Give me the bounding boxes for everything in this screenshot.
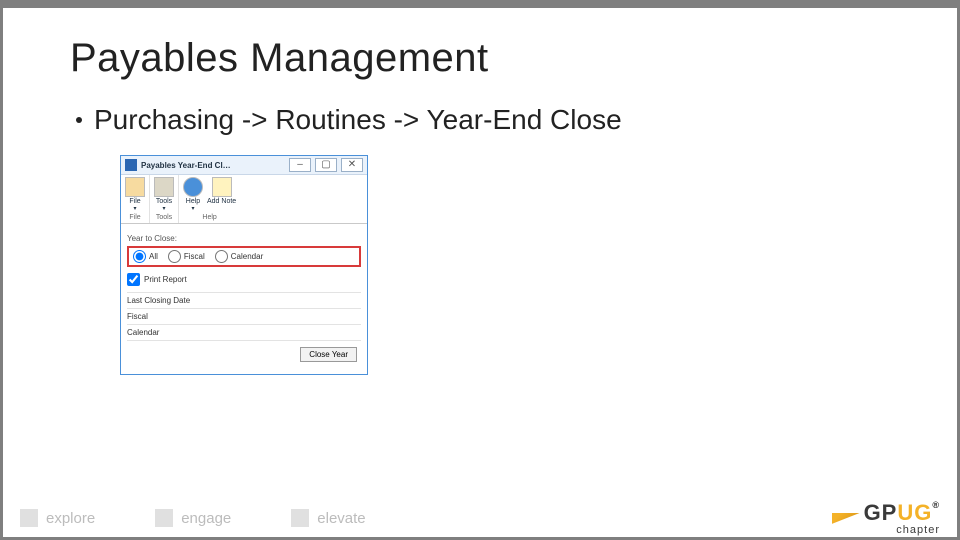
ribbon-group-tools: Tools ▾ Tools xyxy=(150,175,179,223)
print-report-checkbox[interactable] xyxy=(127,273,140,286)
ribbon-help-label: Help xyxy=(186,198,200,205)
ribbon-group-file-label: File xyxy=(129,214,140,221)
maximize-button[interactable]: ▢ xyxy=(315,158,337,172)
logo-brand: GPUG® xyxy=(832,500,940,526)
radio-fiscal-label: Fiscal xyxy=(184,252,205,261)
tools-icon xyxy=(154,177,174,197)
year-to-close-radio-group: All Fiscal Calendar xyxy=(127,246,361,267)
chevron-down-icon: ▾ xyxy=(162,205,165,212)
chevron-down-icon: ▾ xyxy=(191,205,194,212)
radio-all[interactable]: All xyxy=(133,250,158,263)
elevate-icon xyxy=(291,509,309,527)
fiscal-row: Fiscal xyxy=(127,308,361,324)
bullet-dot-icon xyxy=(76,117,82,123)
ribbon-add-note-button[interactable]: Add Note xyxy=(207,177,236,212)
close-year-button[interactable]: Close Year xyxy=(300,347,357,362)
print-report-row: Print Report xyxy=(127,273,361,286)
calendar-row: Calendar xyxy=(127,324,361,340)
footer-left: explore engage elevate xyxy=(20,509,366,527)
ribbon-add-note-label: Add Note xyxy=(207,198,236,205)
ribbon-group-file: File ▾ File xyxy=(121,175,150,223)
footer-explore-label: explore xyxy=(46,510,95,527)
last-closing-date-row: Last Closing Date xyxy=(127,292,361,308)
year-to-close-label: Year to Close: xyxy=(127,234,361,243)
ribbon-tools-label: Tools xyxy=(156,198,172,205)
explore-icon xyxy=(20,509,38,527)
app-icon xyxy=(125,159,137,171)
footer-engage-label: engage xyxy=(181,510,231,527)
slide-title: Payables Management xyxy=(70,36,489,81)
window-titlebar: Payables Year-End Cl… – ▢ ✕ xyxy=(121,156,367,175)
window-title: Payables Year-End Cl… xyxy=(141,161,285,170)
last-closing-date-label: Last Closing Date xyxy=(127,296,197,305)
logo-ug: UG xyxy=(897,500,932,525)
footer-engage: engage xyxy=(155,509,231,527)
fiscal-label: Fiscal xyxy=(127,312,197,321)
logo-reg-icon: ® xyxy=(932,500,940,510)
ribbon-group-help-label: Help xyxy=(202,214,216,221)
ribbon-file-button[interactable]: File ▾ xyxy=(125,177,145,212)
radio-calendar[interactable]: Calendar xyxy=(215,250,263,263)
chevron-down-icon: ▾ xyxy=(133,205,136,212)
calendar-label: Calendar xyxy=(127,328,197,337)
bullet-line: Purchasing -> Routines -> Year-End Close xyxy=(76,104,622,136)
radio-all-label: All xyxy=(149,252,158,261)
logo-mark-icon xyxy=(832,502,860,524)
logo-text: GPUG® xyxy=(864,500,940,526)
footer-elevate-label: elevate xyxy=(317,510,365,527)
engage-icon xyxy=(155,509,173,527)
ribbon-help-button[interactable]: Help ▾ xyxy=(183,177,203,212)
print-report-label: Print Report xyxy=(144,275,187,284)
logo-chapter: chapter xyxy=(896,524,940,536)
ribbon-file-label: File xyxy=(129,198,140,205)
footer: explore engage elevate GPUG® chapter xyxy=(0,496,960,540)
footer-elevate: elevate xyxy=(291,509,365,527)
ribbon-group-tools-label: Tools xyxy=(156,214,172,221)
radio-calendar-label: Calendar xyxy=(231,252,263,261)
help-icon xyxy=(183,177,203,197)
ribbon-group-help: Help ▾ Add Note Help xyxy=(179,175,240,223)
button-row: Close Year xyxy=(127,340,361,368)
ribbon: File ▾ File Tools ▾ Tools xyxy=(121,175,367,224)
note-icon xyxy=(212,177,232,197)
ribbon-tools-button[interactable]: Tools ▾ xyxy=(154,177,174,212)
gpug-logo: GPUG® chapter xyxy=(832,500,940,536)
close-button[interactable]: ✕ xyxy=(341,158,363,172)
logo-gp: GP xyxy=(864,500,898,525)
footer-explore: explore xyxy=(20,509,95,527)
folder-icon xyxy=(125,177,145,197)
bullet-text: Purchasing -> Routines -> Year-End Close xyxy=(94,104,622,136)
app-window: Payables Year-End Cl… – ▢ ✕ File ▾ File xyxy=(120,155,368,375)
minimize-button[interactable]: – xyxy=(289,158,311,172)
window-body: Year to Close: All Fiscal Calendar Print… xyxy=(121,224,367,374)
radio-fiscal[interactable]: Fiscal xyxy=(168,250,205,263)
